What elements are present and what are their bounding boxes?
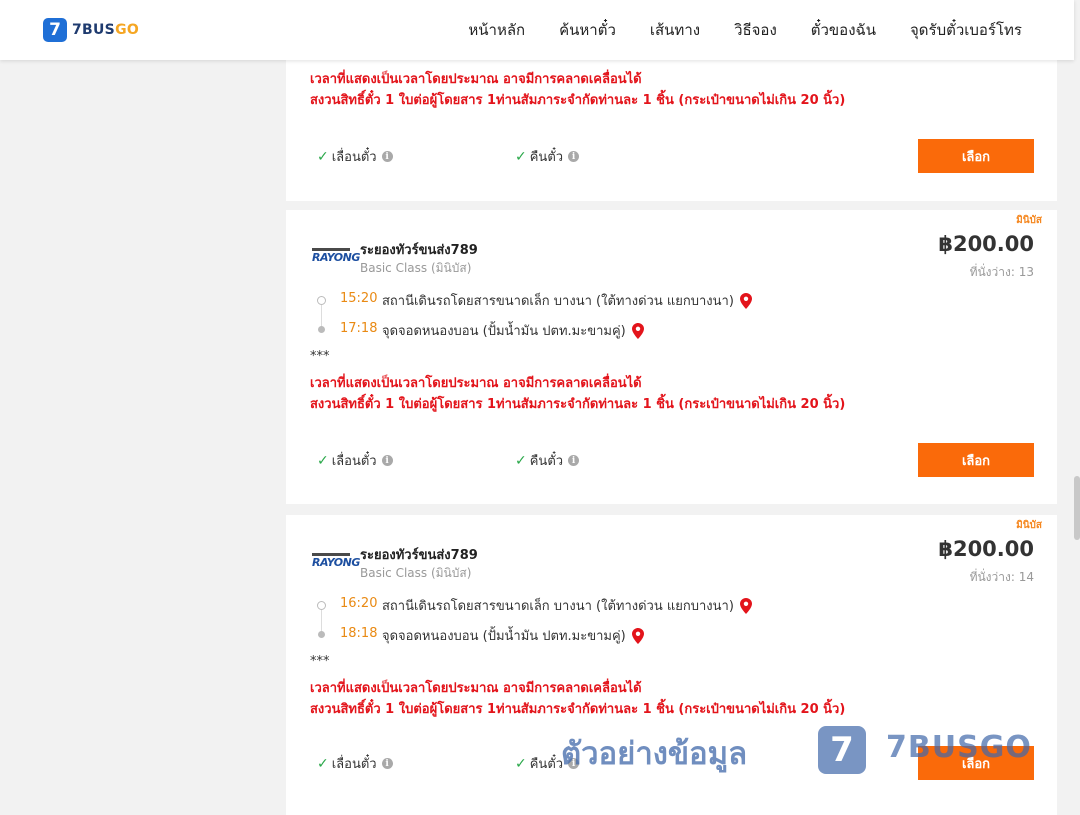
notice-luggage-policy: สงวนสิทธิ์ตั๋ว 1 ใบต่อผู้โดยสาร 1ท่านสัม… [310,397,846,412]
watermark-brand: 7BUSGO [886,730,1032,765]
check-icon: ✓ [515,148,527,165]
logo-text-bus: 7BUS [72,22,116,38]
nav-pickup-points[interactable]: จุดรับตั๋วเบอร์โทร [910,18,1022,42]
depart-time: 15:20 [340,291,378,306]
vehicle-type-tag: มินิบัส [1016,520,1042,531]
operator-name: ระยองทัวร์ขนส่ง789 [360,243,478,258]
reschedule-feature: ✓ เลื่อนตั๋ว i [317,146,393,167]
operator-name: ระยองทัวร์ขนส่ง789 [360,548,478,563]
refund-label: คืนตั๋ว [529,150,564,165]
refund-feature: ✓ คืนตั๋ว i [515,450,580,471]
map-pin-icon[interactable] [631,627,644,644]
map-pin-icon[interactable] [739,292,752,309]
logo-mark: 7 [43,18,67,42]
arrive-dot-icon [318,326,325,333]
trip-price: ฿200.00 [938,232,1034,256]
arrive-time: 18:18 [340,626,378,641]
notice-stars: *** [310,349,330,364]
refund-label: คืนตั๋ว [529,757,564,772]
depart-stop-name: สถานีเดินรถโดยสารขนาดเล็ก บางนา (ใต้ทางด… [382,599,734,614]
check-icon: ✓ [317,755,329,772]
check-icon: ✓ [317,148,329,165]
trip-card-previous: เวลาที่แสดงเป็นเวลาโดยประมาณ อาจมีการคลา… [286,40,1057,201]
reschedule-label: เลื่อนตั๋ว [331,454,377,469]
reschedule-feature: ✓ เลื่อนตั๋ว i [317,753,393,774]
service-class: Basic Class (มินิบัส) [360,261,472,275]
trip-card: มินิบัส RAYONG ระยองทัวร์ขนส่ง789 Basic … [286,210,1057,504]
arrive-dot-icon [318,631,325,638]
trip-price: ฿200.00 [938,537,1034,561]
arrive-stop-name: จุดจอดหนองบอน (ปั้มน้ำมัน ปตท.มะขามคู่) [382,324,626,339]
seats-available: ที่นั่งว่าง: 14 [969,570,1034,584]
info-icon[interactable]: i [381,758,393,769]
service-class: Basic Class (มินิบัส) [360,566,472,580]
seats-available: ที่นั่งว่าง: 13 [969,265,1034,279]
nav-home[interactable]: หน้าหลัก [468,18,525,42]
arrive-stop-name: จุดจอดหนองบอน (ปั้มน้ำมัน ปตท.มะขามคู่) [382,629,626,644]
arrive-stop: จุดจอดหนองบอน (ปั้มน้ำมัน ปตท.มะขามคู่) [382,320,644,341]
watermark-sample-text: ตัวอย่างข้อมูล [561,736,748,772]
operator-logo: RAYONG [312,248,360,267]
arrive-time: 17:18 [340,321,378,336]
nav-routes[interactable]: เส้นทาง [650,18,700,42]
notice-stars: *** [310,654,330,669]
vehicle-type-tag: มินิบัส [1016,215,1042,226]
depart-stop: สถานีเดินรถโดยสารขนาดเล็ก บางนา (ใต้ทางด… [382,595,752,616]
route-line [321,305,322,327]
notice-time-estimate: เวลาที่แสดงเป็นเวลาโดยประมาณ อาจมีการคลา… [310,681,642,696]
scrollbar-thumb[interactable] [1074,476,1080,540]
route-line [321,610,322,632]
depart-time: 16:20 [340,596,378,611]
info-icon[interactable]: i [568,151,580,162]
reschedule-label: เลื่อนตั๋ว [331,150,377,165]
site-logo[interactable]: 7 7BUSGO [43,18,139,42]
notice-time-estimate: เวลาที่แสดงเป็นเวลาโดยประมาณ อาจมีการคลา… [310,376,642,391]
nav-how-to-book[interactable]: วิธีจอง [734,18,777,42]
reschedule-label: เลื่อนตั๋ว [331,757,377,772]
page-scrollbar[interactable] [1074,60,1080,800]
refund-label: คืนตั๋ว [529,454,564,469]
top-header: 7 7BUSGO หน้าหลัก ค้นหาตั๋ว เส้นทาง วิธี… [0,0,1074,60]
info-icon[interactable]: i [381,151,393,162]
operator-logo: RAYONG [312,553,360,572]
reschedule-feature: ✓ เลื่อนตั๋ว i [317,450,393,471]
map-pin-icon[interactable] [631,322,644,339]
nav-search-ticket[interactable]: ค้นหาตั๋ว [559,18,616,42]
notice-luggage-policy: สงวนสิทธิ์ตั๋ว 1 ใบต่อผู้โดยสาร 1ท่านสัม… [310,702,846,717]
check-icon: ✓ [515,452,527,469]
refund-feature: ✓ คืนตั๋ว i [515,146,580,167]
check-icon: ✓ [515,755,527,772]
watermark-logo-mark: 7 [818,726,866,774]
depart-stop: สถานีเดินรถโดยสารขนาดเล็ก บางนา (ใต้ทางด… [382,290,752,311]
map-pin-icon[interactable] [739,597,752,614]
info-icon[interactable]: i [568,455,580,466]
arrive-stop: จุดจอดหนองบอน (ปั้มน้ำมัน ปตท.มะขามคู่) [382,625,644,646]
notice-time-estimate: เวลาที่แสดงเป็นเวลาโดยประมาณ อาจมีการคลา… [310,72,642,87]
logo-text-go: GO [115,22,140,38]
info-icon[interactable]: i [381,455,393,466]
depart-stop-name: สถานีเดินรถโดยสารขนาดเล็ก บางนา (ใต้ทางด… [382,294,734,309]
depart-dot-icon [317,296,326,305]
main-nav: หน้าหลัก ค้นหาตั๋ว เส้นทาง วิธีจอง ตั๋วข… [434,0,1022,60]
logo-text: 7BUSGO [72,22,139,38]
depart-dot-icon [317,601,326,610]
check-icon: ✓ [317,452,329,469]
select-trip-button[interactable]: เลือก [918,443,1034,477]
notice-luggage-policy: สงวนสิทธิ์ตั๋ว 1 ใบต่อผู้โดยสาร 1ท่านสัม… [310,93,846,108]
nav-my-tickets[interactable]: ตั๋วของฉัน [811,18,876,42]
select-trip-button[interactable]: เลือก [918,139,1034,173]
